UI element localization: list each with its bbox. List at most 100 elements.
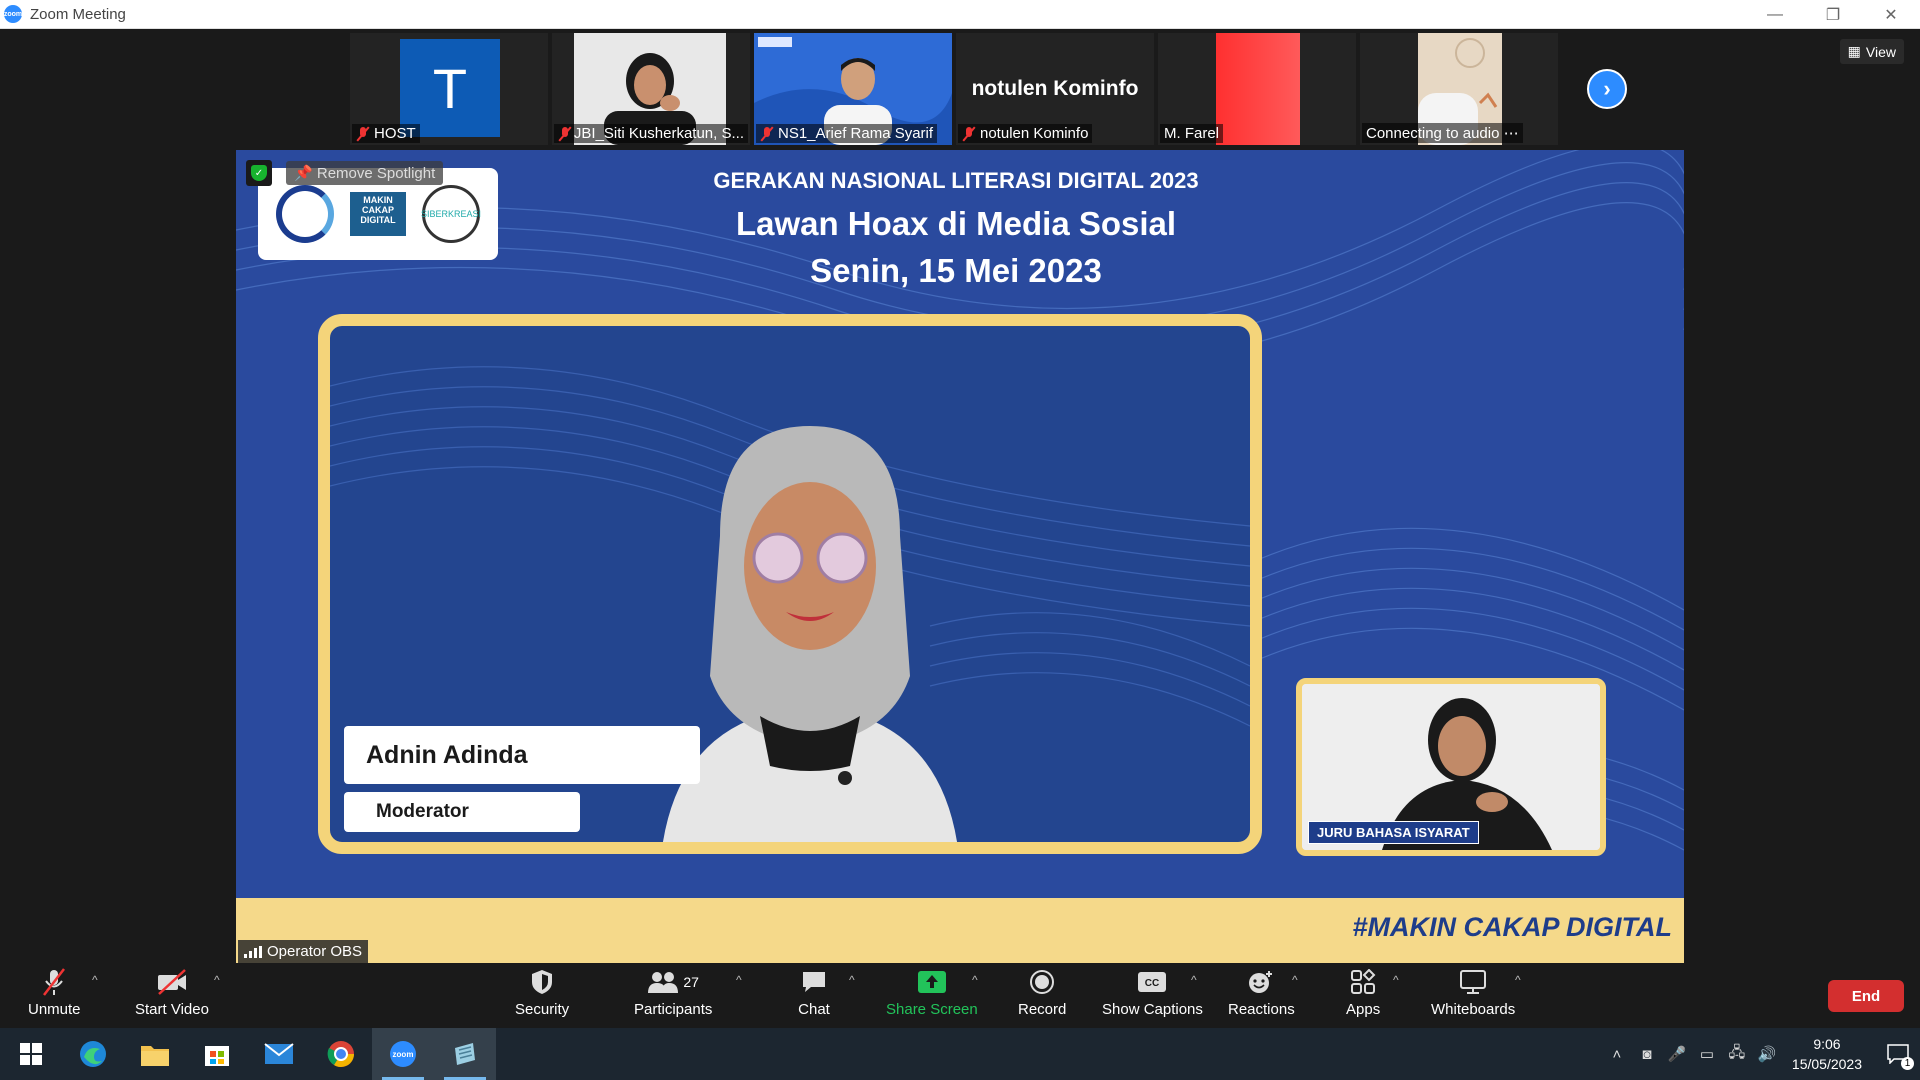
- speaker-name-card: Adnin Adinda: [344, 726, 700, 784]
- captions-icon: CC: [1135, 967, 1169, 997]
- unmute-button[interactable]: Unmute: [28, 967, 81, 1018]
- view-label: View: [1865, 43, 1896, 60]
- mail-icon: [264, 1043, 294, 1064]
- window-controls: — ❐ ✕: [1746, 0, 1920, 29]
- volume-icon[interactable]: 🔊: [1752, 1045, 1782, 1063]
- participant-thumb-farel[interactable]: M. Farel: [1158, 33, 1356, 145]
- share-screen-button[interactable]: Share Screen: [886, 967, 978, 1018]
- participant-name: JBI_Siti Kusherkatun, S...: [573, 125, 744, 142]
- whiteboards-button[interactable]: Whiteboards: [1431, 967, 1515, 1018]
- battery-icon[interactable]: ▭: [1692, 1045, 1722, 1063]
- start-video-button[interactable]: Start Video: [135, 967, 209, 1018]
- security-label: Security: [515, 1001, 570, 1018]
- record-button[interactable]: Record: [1018, 967, 1066, 1018]
- share-screen-label: Share Screen: [886, 1001, 978, 1018]
- camera-tray-icon[interactable]: ◙: [1632, 1046, 1662, 1063]
- participant-nameplate: notulen Kominfo: [958, 124, 1093, 143]
- participants-options-chevron-icon[interactable]: ^: [736, 973, 742, 987]
- reactions-smiley-icon: [1244, 967, 1278, 997]
- end-meeting-button[interactable]: End: [1828, 980, 1904, 1012]
- taskbar-mail[interactable]: [248, 1028, 310, 1080]
- participant-nameplate: JBI_Siti Kusherkatun, S...: [554, 124, 748, 143]
- notification-center-button[interactable]: 1: [1876, 1028, 1920, 1080]
- mic-muted-icon: [356, 126, 370, 141]
- participant-thumb-jbi[interactable]: JBI_Siti Kusherkatun, S...: [552, 33, 750, 145]
- windows-taskbar: zoom ˄ ◙ 🎤 ▭ 🖧 🔊 9:06 15/05/2023 1: [0, 1028, 1920, 1080]
- speaker-video: [663, 426, 957, 842]
- next-page-arrow-icon[interactable]: ›: [1587, 69, 1627, 109]
- security-button[interactable]: Security: [515, 967, 569, 1018]
- zoom-icon: zoom: [390, 1041, 416, 1067]
- participant-nameplate: NS1_Arief Rama Syarif: [756, 124, 938, 143]
- meeting-toolbar: Unmute ^ Start Video ^ Security 27 Parti…: [0, 963, 1920, 1028]
- operator-name: Operator OBS: [267, 943, 363, 960]
- share-options-chevron-icon[interactable]: ^: [972, 973, 978, 987]
- taskbar-zoom[interactable]: zoom: [372, 1028, 434, 1080]
- taskbar-file-explorer[interactable]: [124, 1028, 186, 1080]
- participants-icon: 27: [643, 967, 703, 997]
- svg-text:CC: CC: [1145, 978, 1159, 989]
- participant-nameplate: HOST: [352, 124, 420, 143]
- participants-count: 27: [683, 974, 699, 990]
- edge-browser-icon: [80, 1041, 106, 1067]
- captions-options-chevron-icon[interactable]: ^: [1191, 973, 1197, 987]
- apps-button[interactable]: Apps: [1346, 967, 1380, 1018]
- taskbar-edge[interactable]: [62, 1028, 124, 1080]
- interpreter-label: JURU BAHASA ISYARAT: [1308, 821, 1479, 844]
- event-title: GERAKAN NASIONAL LITERASI DIGITAL 2023: [713, 168, 1199, 193]
- whiteboards-label: Whiteboards: [1431, 1001, 1516, 1018]
- mic-muted-icon: [37, 967, 71, 997]
- participant-name: Connecting to audio ⋯: [1366, 125, 1519, 142]
- apps-options-chevron-icon[interactable]: ^: [1393, 973, 1399, 987]
- participant-thumb-connecting[interactable]: Connecting to audio ⋯: [1360, 33, 1558, 145]
- mic-muted-icon: [558, 126, 570, 141]
- audio-options-chevron-icon[interactable]: ^: [92, 973, 98, 987]
- microphone-tray-icon[interactable]: 🎤: [1662, 1045, 1692, 1063]
- event-topic: Lawan Hoax di Media Sosial: [735, 205, 1177, 242]
- show-captions-button[interactable]: CC Show Captions: [1102, 967, 1203, 1018]
- reactions-button[interactable]: Reactions: [1228, 967, 1295, 1018]
- minimize-button[interactable]: —: [1746, 0, 1804, 29]
- unmute-label: Unmute: [28, 1001, 81, 1018]
- participant-thumb-host[interactable]: T HOST: [350, 33, 548, 145]
- whiteboard-icon: [1456, 967, 1490, 997]
- whiteboards-options-chevron-icon[interactable]: ^: [1515, 973, 1521, 987]
- video-off-icon: [155, 967, 189, 997]
- taskbar-chrome[interactable]: [310, 1028, 372, 1080]
- start-button[interactable]: [0, 1028, 62, 1080]
- participant-thumb-ns1[interactable]: NS1_Arief Rama Syarif: [754, 33, 952, 145]
- apps-label: Apps: [1346, 1001, 1381, 1018]
- close-button[interactable]: ✕: [1862, 0, 1920, 29]
- view-button[interactable]: ▦ View: [1839, 39, 1904, 64]
- pin-icon: 📌: [294, 165, 313, 182]
- taskbar-notes[interactable]: [434, 1028, 496, 1080]
- taskbar-store[interactable]: [186, 1028, 248, 1080]
- windows-logo-icon: [20, 1043, 42, 1065]
- participants-button[interactable]: 27 Participants: [634, 967, 712, 1018]
- show-captions-label: Show Captions: [1102, 1001, 1203, 1018]
- mic-muted-icon: [962, 126, 976, 141]
- chat-button[interactable]: Chat: [797, 967, 831, 1018]
- show-hidden-icons-chevron-icon[interactable]: ˄: [1602, 1046, 1632, 1063]
- record-label: Record: [1018, 1001, 1067, 1018]
- restore-button[interactable]: ❐: [1804, 0, 1862, 29]
- interpreter-frame: JURU BAHASA ISYARAT: [1296, 678, 1606, 856]
- reactions-options-chevron-icon[interactable]: ^: [1292, 973, 1298, 987]
- remove-spotlight-button[interactable]: 📌 Remove Spotlight: [286, 161, 444, 185]
- network-icon[interactable]: 🖧: [1722, 1042, 1752, 1067]
- footer-band: #MAKIN CAKAP DIGITAL: [236, 898, 1684, 964]
- svg-text:zoom: zoom: [393, 1050, 414, 1059]
- clock[interactable]: 9:06 15/05/2023: [1792, 1034, 1862, 1074]
- participant-nameplate: Connecting to audio ⋯: [1362, 123, 1523, 143]
- avatar: T: [400, 39, 500, 137]
- folder-icon: [141, 1046, 169, 1066]
- video-options-chevron-icon[interactable]: ^: [214, 973, 220, 987]
- kominfo-logo: [276, 185, 334, 243]
- encryption-shield-icon[interactable]: ✓: [246, 160, 272, 186]
- notes-app-icon: [455, 1043, 475, 1065]
- participant-nameplate: M. Farel: [1160, 124, 1224, 143]
- participant-thumb-notulen[interactable]: notulen Kominfo notulen Kominfo: [956, 33, 1154, 145]
- grid-icon: ▦: [1847, 43, 1861, 59]
- window-title: Zoom Meeting: [30, 5, 126, 23]
- chat-options-chevron-icon[interactable]: ^: [849, 973, 855, 987]
